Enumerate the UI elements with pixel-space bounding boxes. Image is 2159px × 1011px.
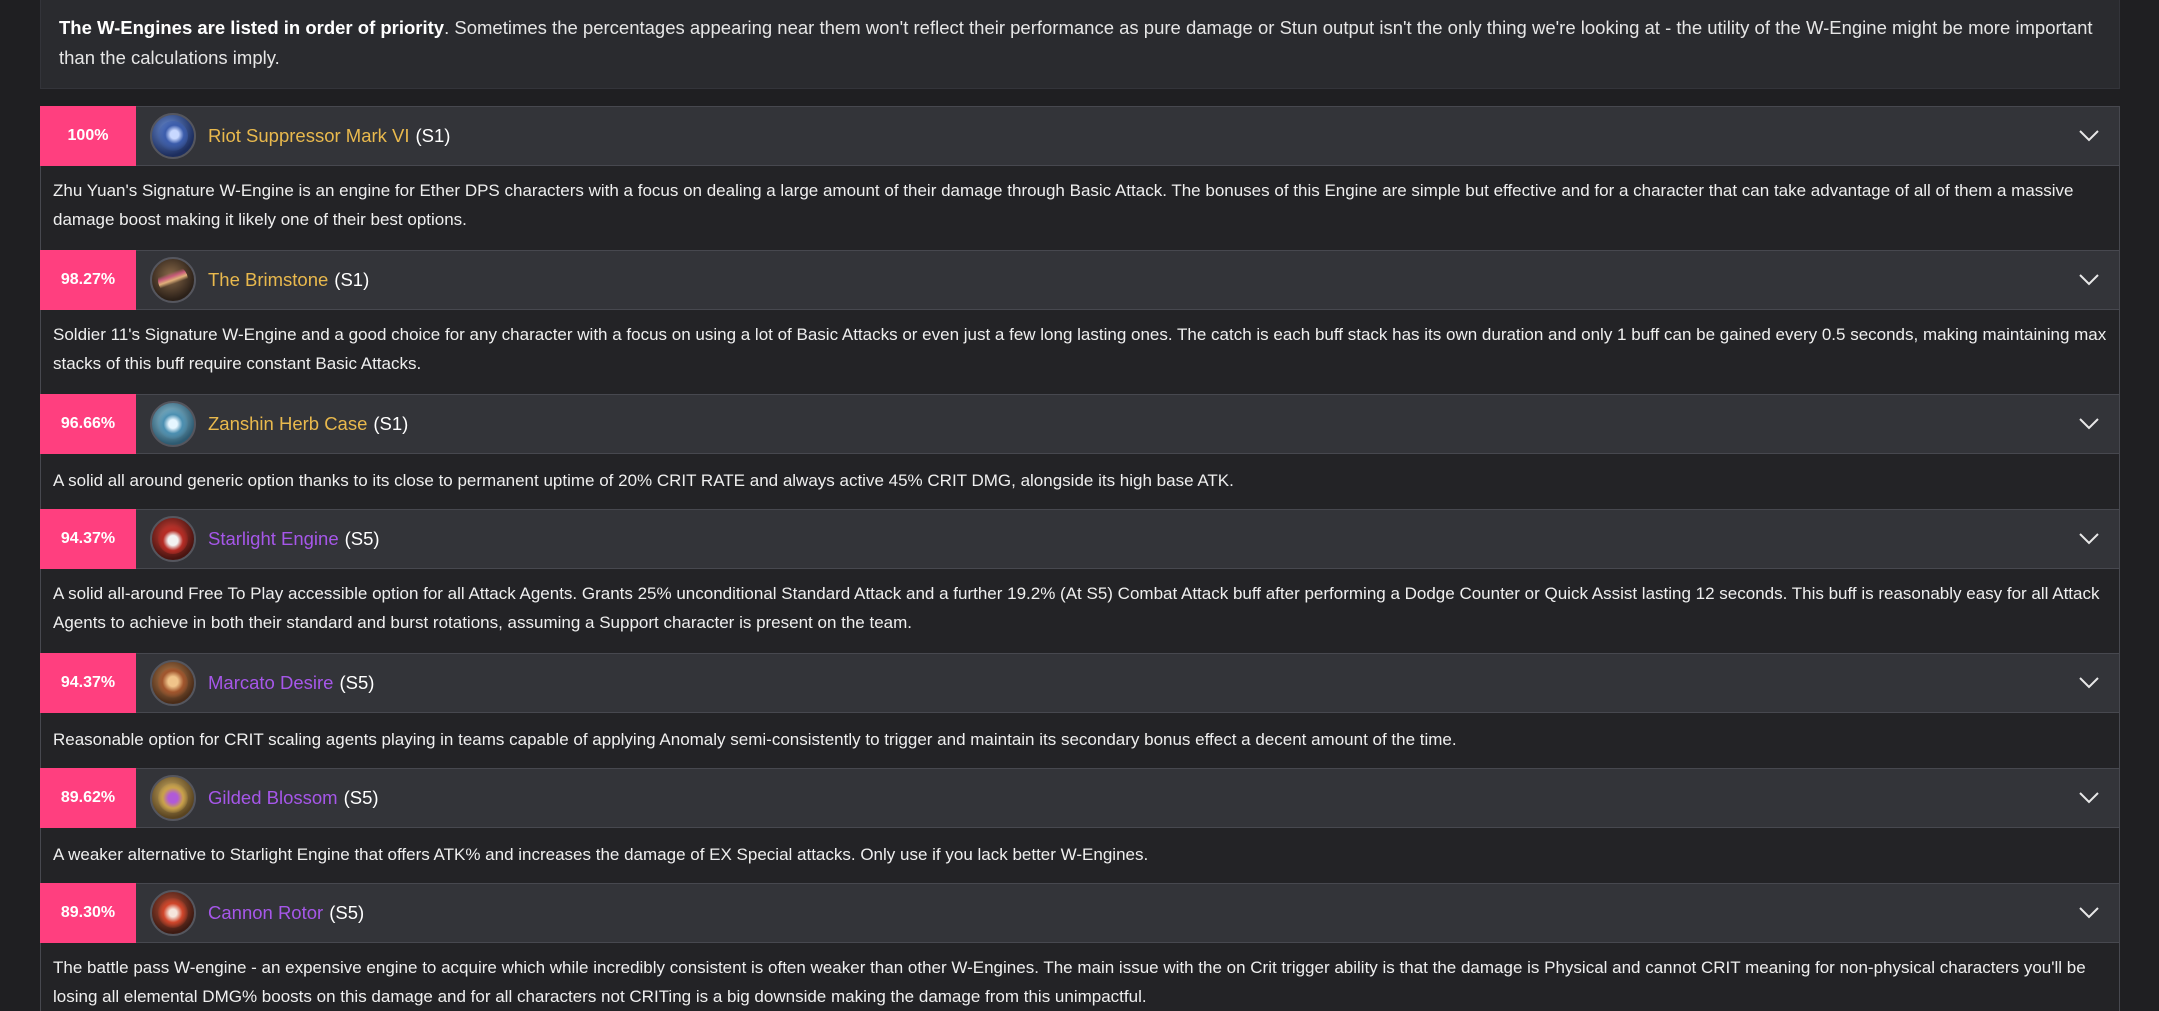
- cannon-rotor-icon: [150, 890, 196, 936]
- w-engine-item: 96.66% Zanshin Herb Case (S1) A solid all…: [40, 394, 2120, 509]
- w-engine-name: Riot Suppressor Mark VI: [208, 125, 410, 146]
- page: The W-Engines are listed in order of pri…: [0, 0, 2159, 1011]
- w-engine-item: 89.62% Gilded Blossom (S5) A weaker alter…: [40, 768, 2120, 883]
- chevron-down-icon[interactable]: [2059, 510, 2119, 568]
- w-engine-item: 94.37% Starlight Engine (S5) A solid all-…: [40, 509, 2120, 653]
- percent-badge: 96.66%: [40, 394, 136, 454]
- chevron-down-icon[interactable]: [2059, 395, 2119, 453]
- w-engine-description: Soldier 11's Signature W-Engine and a go…: [40, 310, 2120, 394]
- zanshin-herb-case-icon: [150, 401, 196, 447]
- w-engine-header[interactable]: 89.30% Cannon Rotor (S5): [40, 883, 2120, 943]
- percent-badge: 98.27%: [40, 250, 136, 310]
- chevron-down-icon[interactable]: [2059, 251, 2119, 309]
- riot-suppressor-icon: [150, 113, 196, 159]
- brimstone-icon: [150, 257, 196, 303]
- starlight-engine-icon: [150, 516, 196, 562]
- w-engine-description: A solid all around generic option thanks…: [40, 454, 2120, 509]
- w-engine-rank: (S1): [415, 125, 451, 146]
- w-engine-item: 89.30% Cannon Rotor (S5) The battle pass …: [40, 883, 2120, 1011]
- w-engine-name: Marcato Desire: [208, 672, 334, 693]
- w-engine-header[interactable]: 94.37% Marcato Desire (S5): [40, 653, 2120, 713]
- marcato-desire-icon: [150, 660, 196, 706]
- w-engine-header[interactable]: 89.62% Gilded Blossom (S5): [40, 768, 2120, 828]
- percent-badge: 94.37%: [40, 653, 136, 713]
- chevron-down-icon[interactable]: [2059, 884, 2119, 942]
- percent-badge: 89.62%: [40, 768, 136, 828]
- w-engine-header[interactable]: 98.27% The Brimstone (S1): [40, 250, 2120, 310]
- w-engine-description: Reasonable option for CRIT scaling agent…: [40, 713, 2120, 768]
- w-engine-header[interactable]: 94.37% Starlight Engine (S5): [40, 509, 2120, 569]
- w-engine-description: A weaker alternative to Starlight Engine…: [40, 828, 2120, 883]
- w-engine-description: A solid all-around Free To Play accessib…: [40, 569, 2120, 653]
- percent-badge: 94.37%: [40, 509, 136, 569]
- chevron-down-icon[interactable]: [2059, 769, 2119, 827]
- w-engine-rank: (S5): [329, 902, 365, 923]
- w-engine-header[interactable]: 96.66% Zanshin Herb Case (S1): [40, 394, 2120, 454]
- priority-note-bold: The W-Engines are listed in order of pri…: [59, 17, 445, 38]
- w-engine-description: Zhu Yuan's Signature W-Engine is an engi…: [40, 166, 2120, 250]
- w-engine-name: Starlight Engine: [208, 528, 339, 549]
- w-engine-rank: (S1): [334, 269, 370, 290]
- w-engine-item: 100% Riot Suppressor Mark VI (S1) Zhu Yua…: [40, 106, 2120, 250]
- w-engine-description: The battle pass W-engine - an expensive …: [40, 943, 2120, 1011]
- w-engine-name: The Brimstone: [208, 269, 329, 290]
- w-engine-name: Cannon Rotor: [208, 902, 324, 923]
- chevron-down-icon[interactable]: [2059, 107, 2119, 165]
- w-engine-name: Gilded Blossom: [208, 787, 338, 808]
- w-engine-rank: (S5): [343, 787, 379, 808]
- w-engine-name: Zanshin Herb Case: [208, 413, 368, 434]
- percent-badge: 100%: [40, 106, 136, 166]
- w-engine-rank: (S1): [373, 413, 409, 434]
- w-engine-list: 100% Riot Suppressor Mark VI (S1) Zhu Yua…: [40, 106, 2120, 1011]
- percent-badge: 89.30%: [40, 883, 136, 943]
- chevron-down-icon[interactable]: [2059, 654, 2119, 712]
- w-engine-rank: (S5): [339, 672, 375, 693]
- priority-note: The W-Engines are listed in order of pri…: [40, 0, 2120, 89]
- w-engine-item: 98.27% The Brimstone (S1) Soldier 11's Si…: [40, 250, 2120, 394]
- gilded-blossom-icon: [150, 775, 196, 821]
- w-engine-rank: (S5): [344, 528, 380, 549]
- w-engine-header[interactable]: 100% Riot Suppressor Mark VI (S1): [40, 106, 2120, 166]
- w-engine-item: 94.37% Marcato Desire (S5) Reasonable opt…: [40, 653, 2120, 768]
